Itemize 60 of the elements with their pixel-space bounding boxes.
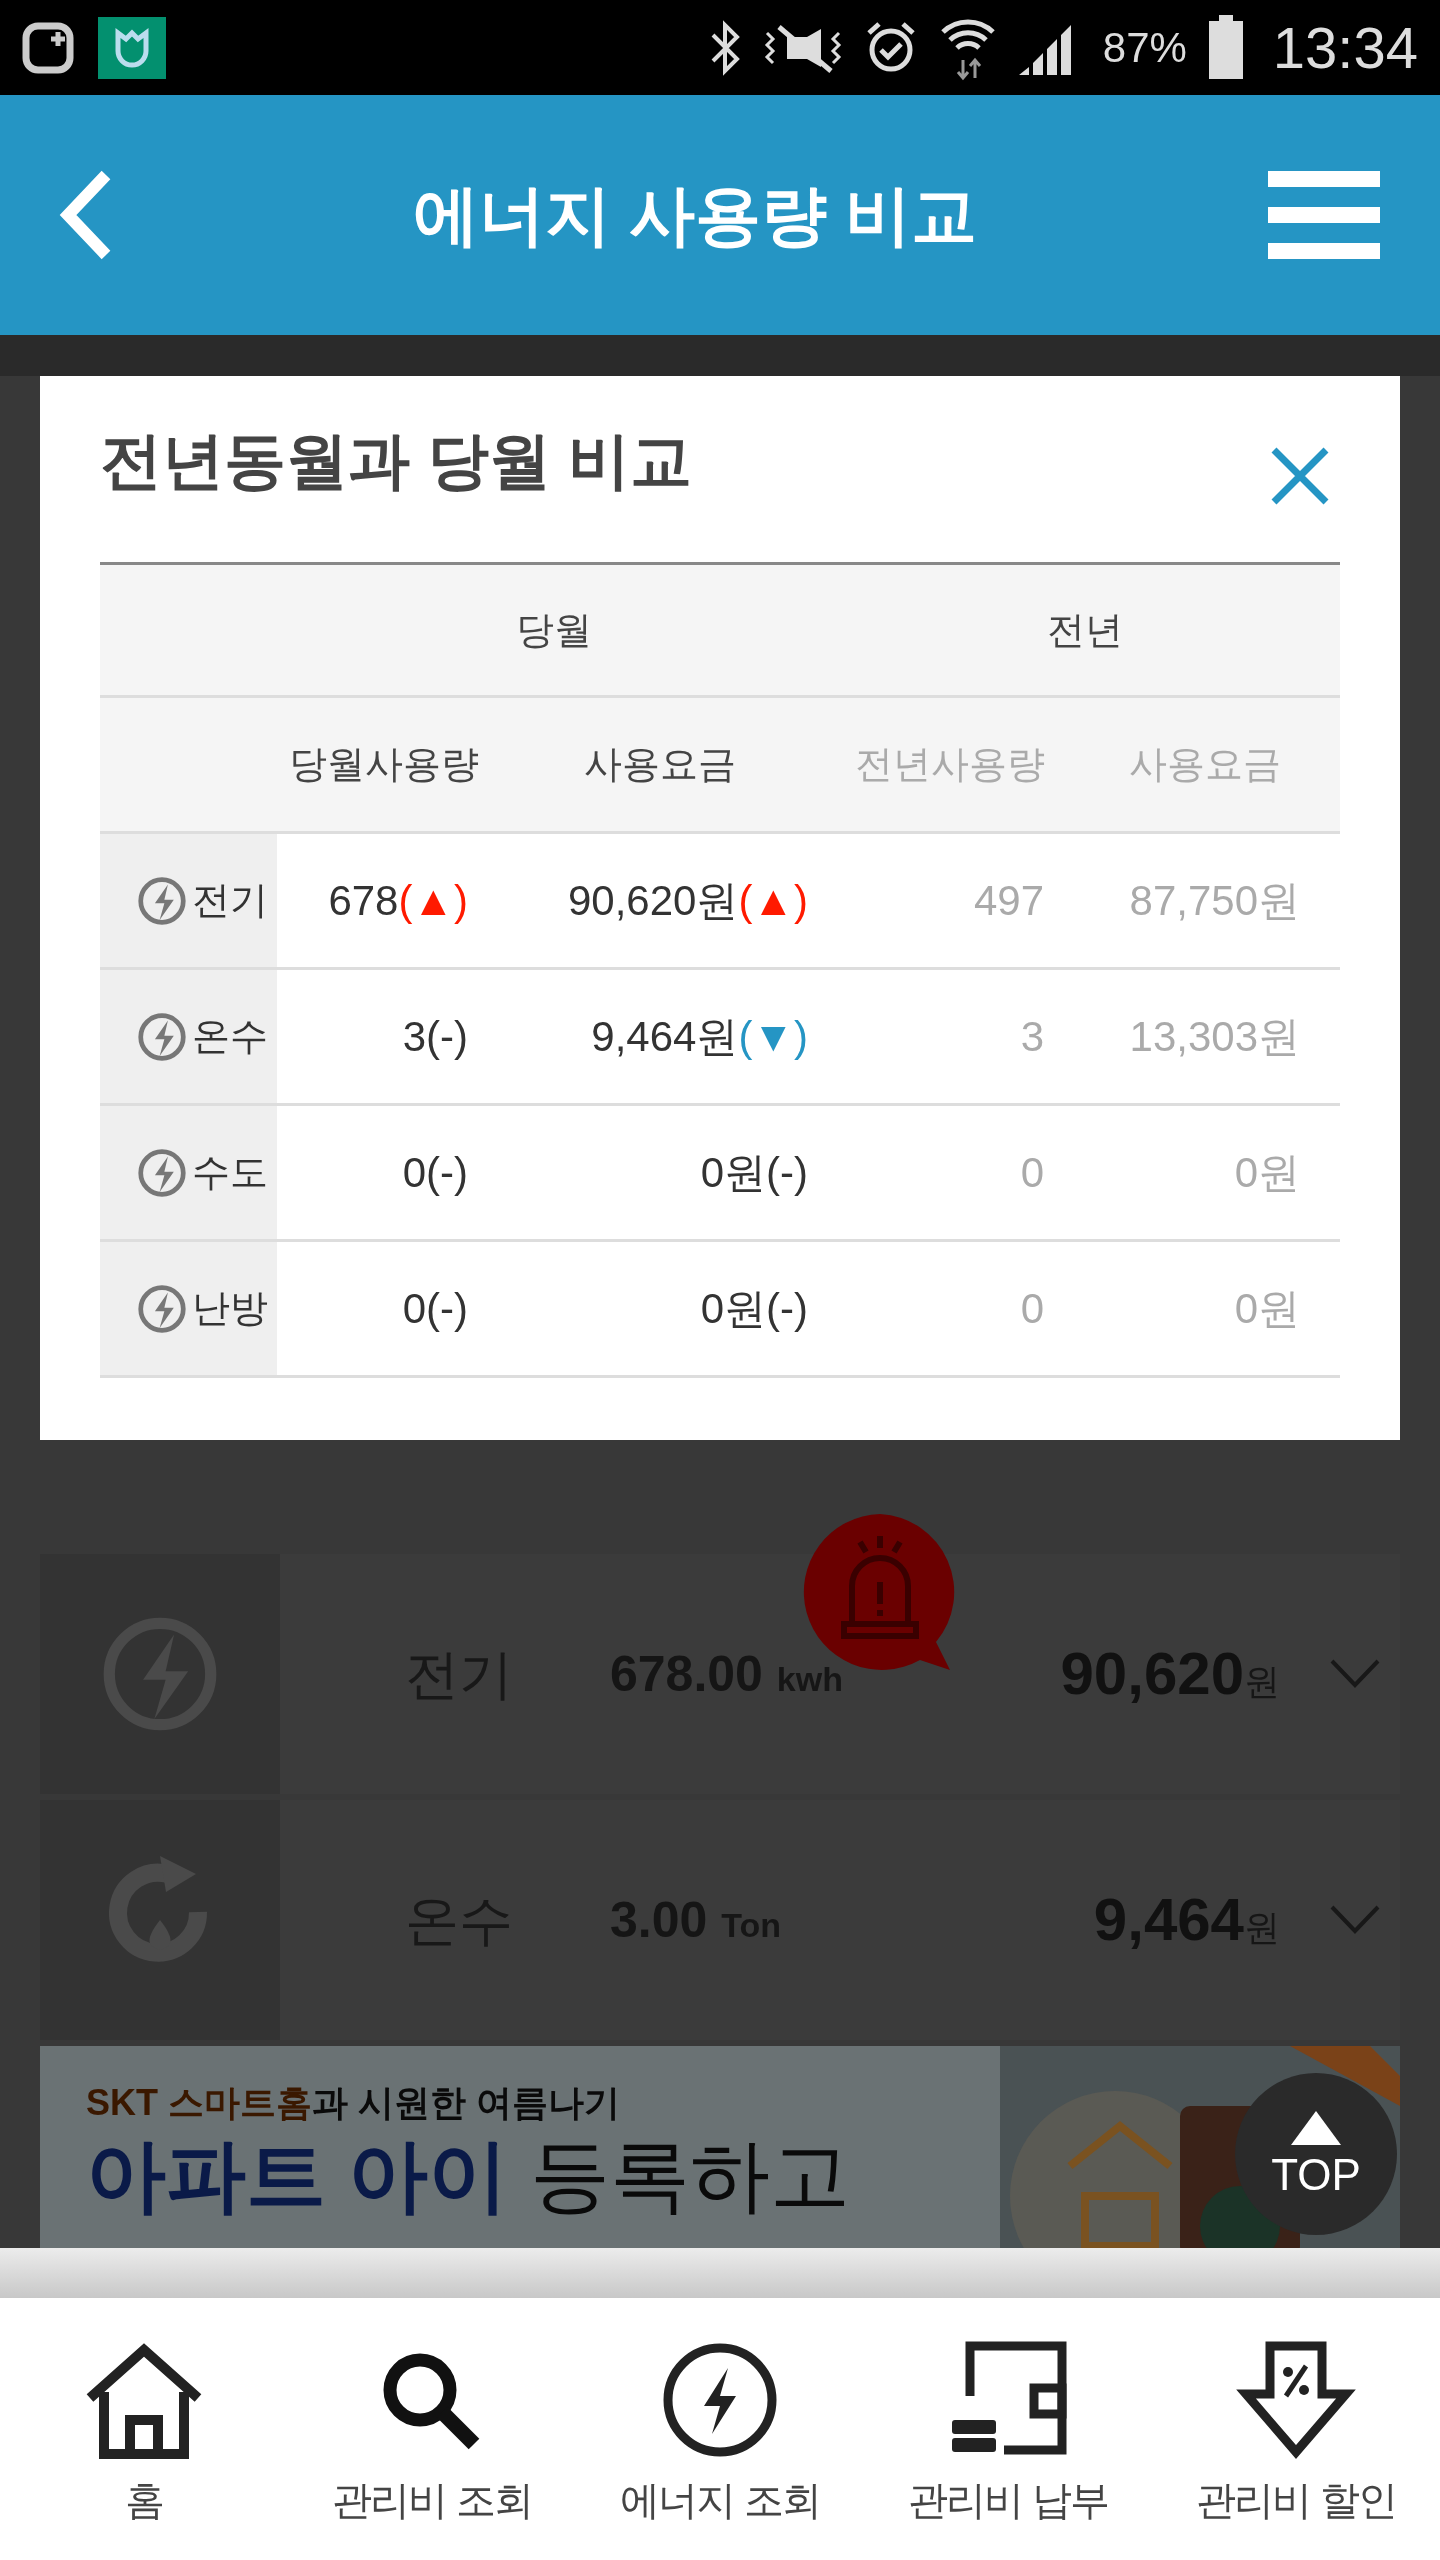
trend-mark: (-) [426, 1284, 468, 1334]
trend-mark: (-) [766, 1284, 808, 1334]
banner-text: 과 시원한 여름나기 [312, 2081, 621, 2125]
menu-icon [1268, 171, 1380, 259]
table-cell-text: 13,303원 [1128, 1012, 1301, 1062]
nav-item[interactable]: 에너지 조회 [576, 2340, 864, 2560]
trend-mark: (▲) [738, 876, 808, 926]
column-header: 당월사용량 [288, 742, 479, 787]
bolt-icon [136, 1282, 188, 1335]
cell-value: 0 [402, 1148, 427, 1198]
cell-value: 0원 [700, 1284, 767, 1334]
cell-value: 9,464원 [591, 1012, 739, 1062]
nav-item[interactable]: 관리비 할인 [1152, 2340, 1440, 2560]
cell-value: 3 [402, 1012, 427, 1062]
cell-value: 0원 [700, 1148, 767, 1198]
bolt-icon [136, 1146, 188, 1199]
trend-mark: (-) [766, 1148, 808, 1198]
app-icon [98, 16, 166, 79]
up-triangle-icon [1291, 2111, 1341, 2145]
trend-mark: (▼) [738, 1012, 808, 1062]
battery-icon [1206, 14, 1245, 81]
row-label: 온수 [192, 1014, 268, 1059]
trend-mark: (▲) [398, 876, 468, 926]
table-cell-text: 3 [1019, 1012, 1045, 1062]
banner-text: 아파트 아이 [86, 2130, 509, 2222]
chevron-down-icon [1330, 1659, 1380, 1689]
table-cell-text: 497 [972, 876, 1045, 926]
trend-mark: (-) [426, 1012, 468, 1062]
banner-text: 등록하고 [529, 2130, 851, 2222]
nav-item[interactable]: 관리비 조회 [288, 2340, 576, 2560]
column-group-header: 당월 [515, 607, 592, 653]
cell-value: 678 [328, 876, 399, 926]
close-icon [1270, 446, 1330, 506]
menu-button[interactable] [1266, 170, 1382, 260]
percent-tag-icon [1236, 2340, 1356, 2460]
table-cell-text: 0원 [1233, 1148, 1301, 1198]
column-header: 전년사용량 [855, 742, 1045, 787]
column-header: 사용요금 [1129, 742, 1281, 787]
bolt-icon [136, 1010, 188, 1063]
cell-value: 90,620원 [568, 876, 739, 926]
battery-percent: 87% [1102, 26, 1187, 69]
table-cell-text: 0원 [1233, 1284, 1301, 1334]
table-cell-text: 0 [1019, 1284, 1045, 1334]
chevron-down-icon [1330, 1905, 1380, 1935]
clock: 13:34 [1272, 18, 1418, 77]
row-label: 난방 [192, 1286, 268, 1331]
nav-item[interactable]: 홈 [0, 2340, 288, 2560]
bolt-icon [136, 874, 188, 927]
nav-item[interactable]: 관리비 납부 [864, 2340, 1152, 2560]
column-group-header: 전년 [1047, 607, 1123, 653]
table-cell-text: 0 [1019, 1148, 1045, 1198]
row-label: 수도 [192, 1150, 268, 1195]
dialog-title: 전년동월과 당월 비교 [100, 425, 693, 497]
column-header: 사용요금 [584, 742, 736, 787]
row-label: 전기 [192, 878, 268, 923]
table-cell-text: 87,750원 [1128, 876, 1301, 926]
banner-text: SKT 스마트홈 [86, 2081, 312, 2125]
cell-value: 0 [402, 1284, 427, 1334]
trend-mark: (-) [426, 1148, 468, 1198]
screen-title: 에너지 사용량 비교 [412, 176, 978, 254]
